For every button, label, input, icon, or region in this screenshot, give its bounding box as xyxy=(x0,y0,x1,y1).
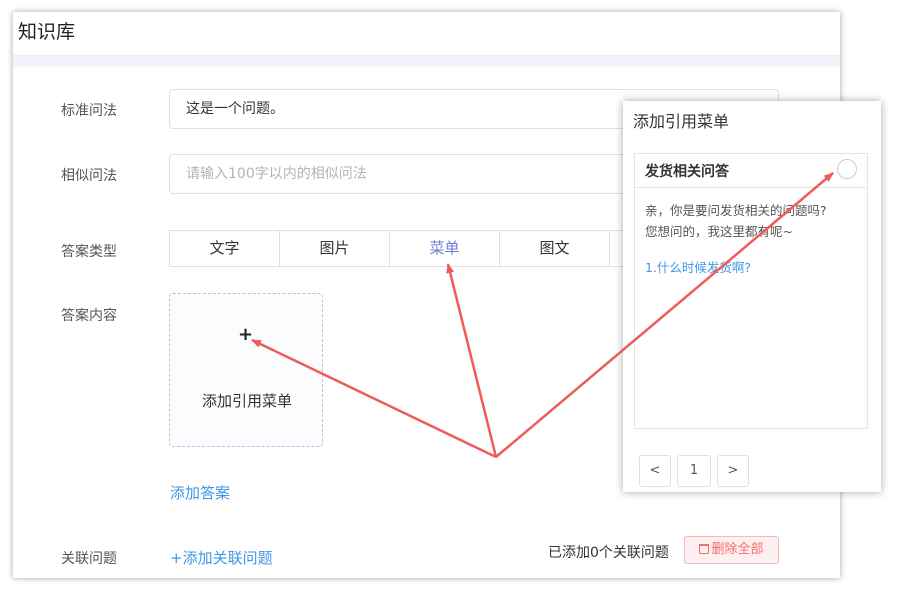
page-number-button[interactable]: 1 xyxy=(677,455,711,487)
page-header: 知识库 xyxy=(13,12,840,56)
tab-text[interactable]: 文字 xyxy=(169,230,279,267)
radio-icon[interactable] xyxy=(837,159,857,179)
page-title: 知识库 xyxy=(18,21,76,43)
tab-image[interactable]: 图片 xyxy=(279,230,389,267)
menu-card-title: 发货相关问答 xyxy=(645,164,729,180)
plus-icon: + xyxy=(238,324,254,345)
answer-type-label: 答案类型 xyxy=(61,244,117,260)
add-answer-link[interactable]: 添加答案 xyxy=(170,482,230,503)
answer-content-label: 答案内容 xyxy=(61,308,117,324)
chevron-left-icon[interactable]: < xyxy=(639,455,671,487)
tab-image-text[interactable]: 图文 xyxy=(499,230,609,267)
related-question-label: 关联问题 xyxy=(61,551,117,567)
delete-all-label: 删除全部 xyxy=(711,542,764,557)
trash-icon xyxy=(699,544,710,554)
add-menu-button[interactable]: + 添加引用菜单 xyxy=(169,293,323,447)
menu-card-body: 亲，你是要问发货相关的问题吗? 您想问的，我这里都有呢~ xyxy=(645,200,863,242)
chevron-right-icon[interactable]: > xyxy=(717,455,749,487)
similar-question-label: 相似问法 xyxy=(61,168,117,184)
menu-card-item-link[interactable]: 1.什么时候发货啊? xyxy=(645,257,751,276)
tab-menu[interactable]: 菜单 xyxy=(389,230,499,267)
related-count-text: 已添加0个关联问题 xyxy=(548,545,669,561)
add-menu-label: 添加引用菜单 xyxy=(201,392,292,410)
menu-card-header: 发货相关问答 xyxy=(635,154,867,188)
add-menu-popup: 添加引用菜单 发货相关问答 亲，你是要问发货相关的问题吗? 您想问的，我这里都有… xyxy=(623,101,881,492)
header-band xyxy=(13,56,840,67)
popup-title: 添加引用菜单 xyxy=(633,112,730,131)
menu-card-text-line2: 您想问的，我这里都有呢~ xyxy=(645,224,793,239)
menu-card-text-line1: 亲，你是要问发货相关的问题吗? xyxy=(645,203,827,218)
menu-card[interactable]: 发货相关问答 亲，你是要问发货相关的问题吗? 您想问的，我这里都有呢~ 1.什么… xyxy=(634,153,868,429)
add-related-question-link[interactable]: +添加关联问题 xyxy=(170,547,273,568)
standard-question-label: 标准问法 xyxy=(61,103,117,119)
delete-all-button[interactable]: 删除全部 xyxy=(684,536,779,564)
